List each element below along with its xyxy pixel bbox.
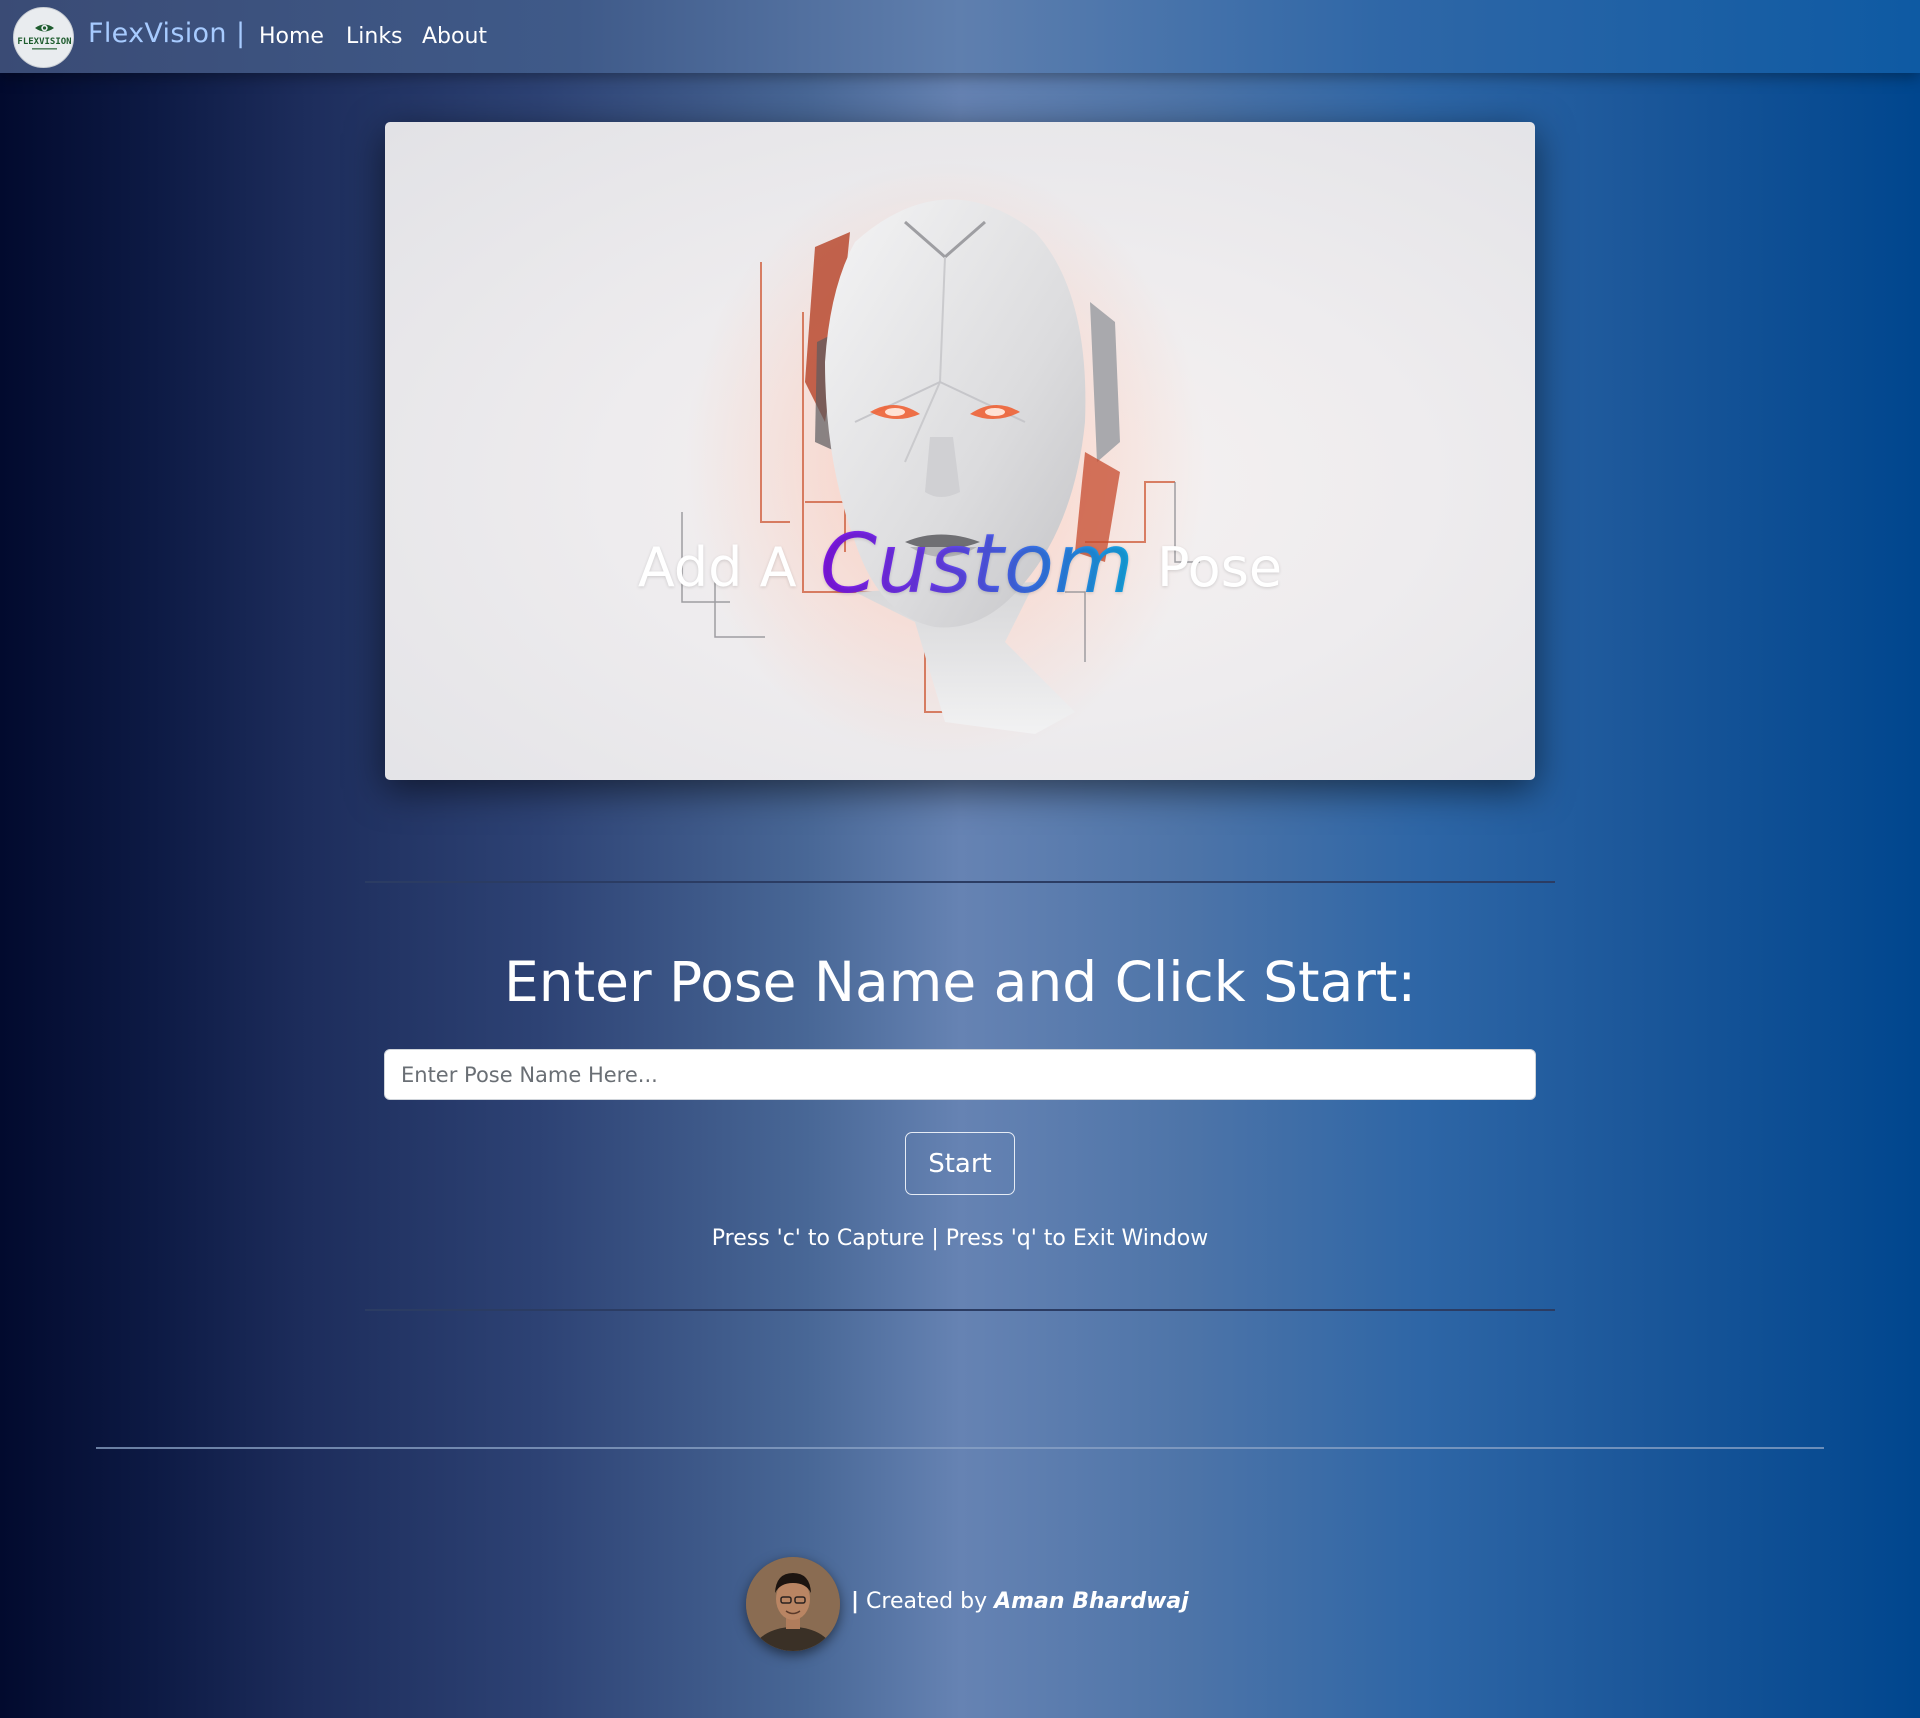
brand-separator: | [236,18,246,49]
navbar: FLEXVISION FlexVision | Home Links About [0,0,1920,73]
hero-title-suffix: Pose [1157,536,1283,599]
brand-name[interactable]: FlexVision [88,18,227,49]
hero-title-prefix: Add A [637,536,797,599]
pose-name-input[interactable] [384,1049,1536,1100]
section-divider-bottom [365,1309,1555,1311]
section-divider-top [365,881,1555,883]
nav-link-home[interactable]: Home [259,24,324,49]
hero-title-highlight: Custom [814,517,1140,612]
form-heading: Enter Pose Name and Click Start: [503,950,1417,1014]
keyboard-hint: Press 'c' to Capture | Press 'q' to Exit… [711,1226,1209,1251]
credit-separator: | [851,1589,860,1614]
author-name[interactable]: Aman Bhardwaj [994,1589,1189,1614]
author-credit: | Created by Aman Bhardwaj [851,1589,1189,1614]
credit-label: Created by [866,1589,988,1614]
logo-lettering: FLEXVISION [17,37,71,47]
robot-head-image [681,162,1205,762]
footer-divider [96,1447,1824,1449]
hero-banner: Add A Custom Pose [385,122,1535,780]
hero-title: Add A Custom Pose [385,517,1535,612]
nav-link-about[interactable]: About [422,24,487,49]
flexvision-logo[interactable]: FLEXVISION [13,7,74,68]
start-button[interactable]: Start [905,1132,1015,1195]
nav-link-links[interactable]: Links [346,24,403,49]
author-avatar[interactable] [746,1557,840,1651]
